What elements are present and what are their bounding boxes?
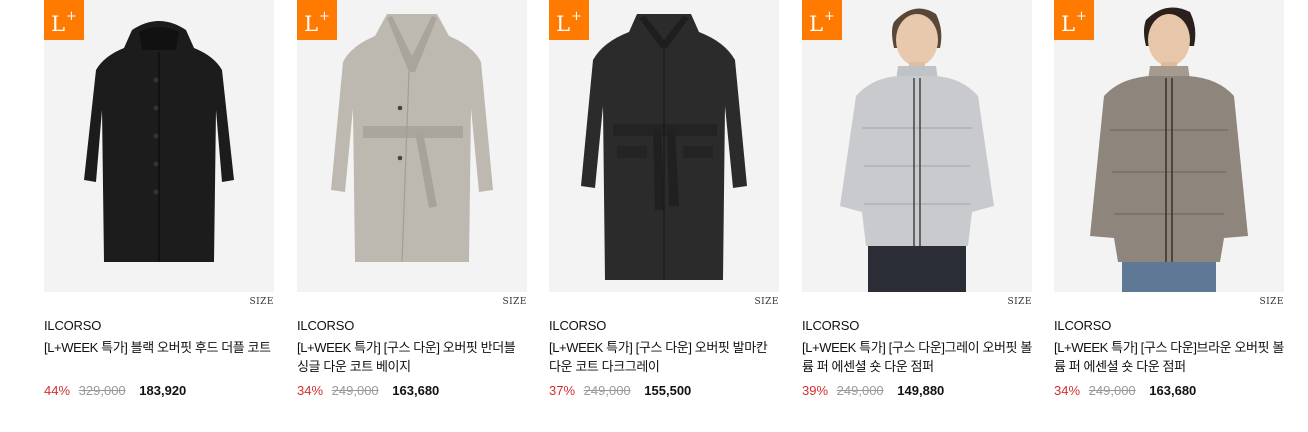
lotte-plus-badge: L+ <box>44 0 84 40</box>
black-hooded-coat-image <box>44 0 274 292</box>
discount-rate: 37% <box>549 383 576 398</box>
lotte-plus-badge: L+ <box>802 0 842 40</box>
product-image[interactable]: L+ <box>549 0 779 292</box>
price-row: 39% 249,000 149,880 <box>802 382 1032 400</box>
product-grid: L+ SIZE ILCORSO [L+WEEK 특가] 블랙 오버핏 후드 더플… <box>0 0 1308 432</box>
brand-name: ILCORSO <box>802 318 860 333</box>
sale-price: 163,680 <box>1149 383 1197 398</box>
brand-name: ILCORSO <box>1054 318 1112 333</box>
discount-rate: 39% <box>802 383 829 398</box>
original-price: 249,000 <box>836 383 884 398</box>
product-name[interactable]: [L+WEEK 특가] [구스 다운]그레이 오버핏 볼륨 퍼 에센셜 숏 다운… <box>802 338 1032 376</box>
product-image[interactable]: L+ <box>297 0 527 292</box>
product-name[interactable]: [L+WEEK 특가] [구스 다운] 오버핏 반더블 싱글 다운 코트 베이지 <box>297 338 527 376</box>
brown-down-jacket-model-image <box>1054 0 1284 292</box>
product-image[interactable]: L+ <box>44 0 274 292</box>
original-price: 249,000 <box>331 383 379 398</box>
size-link[interactable]: SIZE <box>549 296 779 308</box>
size-link[interactable]: SIZE <box>1054 296 1284 308</box>
price-row: 44% 329,000 183,920 <box>44 382 274 400</box>
dark-grey-belted-coat-image <box>549 0 779 292</box>
sale-price: 163,680 <box>392 383 440 398</box>
product-card[interactable]: L+ SIZE ILCORSO [L+WEEK 특가] 블랙 오버핏 후드 더플… <box>44 0 274 400</box>
product-card[interactable]: L+ SIZE ILCORSO [L+WEEK 특가] [구스 다운] 오버핏 … <box>297 0 527 400</box>
sale-price: 183,920 <box>139 383 187 398</box>
size-link[interactable]: SIZE <box>297 296 527 308</box>
product-card[interactable]: L+ SIZE ILCORSO [L+WEEK 특가] [구스 다운] 오버핏 … <box>549 0 779 400</box>
discount-rate: 34% <box>297 383 324 398</box>
discount-rate: 44% <box>44 383 71 398</box>
grey-down-jacket-model-image <box>802 0 1032 292</box>
original-price: 249,000 <box>583 383 631 398</box>
size-link[interactable]: SIZE <box>802 296 1032 308</box>
brand-name: ILCORSO <box>297 318 355 333</box>
original-price: 329,000 <box>78 383 126 398</box>
brand-name: ILCORSO <box>44 318 102 333</box>
price-row: 34% 249,000 163,680 <box>297 382 527 400</box>
product-card[interactable]: L+ SIZE ILCORSO [L+WEEK 특가] [구스 다운]브라운 오… <box>1054 0 1284 400</box>
size-link[interactable]: SIZE <box>44 296 274 308</box>
brand-name: ILCORSO <box>549 318 607 333</box>
sale-price: 149,880 <box>897 383 945 398</box>
product-image[interactable]: L+ <box>1054 0 1284 292</box>
price-row: 34% 249,000 163,680 <box>1054 382 1284 400</box>
product-name[interactable]: [L+WEEK 특가] [구스 다운] 오버핏 발마칸 다운 코트 다크그레이 <box>549 338 779 376</box>
sale-price: 155,500 <box>644 383 692 398</box>
product-name[interactable]: [L+WEEK 특가] 블랙 오버핏 후드 더플 코트 <box>44 338 274 376</box>
product-image[interactable]: L+ <box>802 0 1032 292</box>
lotte-plus-badge: L+ <box>1054 0 1094 40</box>
discount-rate: 34% <box>1054 383 1081 398</box>
product-card[interactable]: L+ SIZE ILCORSO [L+WEEK 특가] [구스 다운]그레이 오… <box>802 0 1032 400</box>
lotte-plus-badge: L+ <box>549 0 589 40</box>
product-name[interactable]: [L+WEEK 특가] [구스 다운]브라운 오버핏 볼륨 퍼 에센셜 숏 다운… <box>1054 338 1284 376</box>
lotte-plus-badge: L+ <box>297 0 337 40</box>
beige-belted-coat-image <box>297 0 527 292</box>
price-row: 37% 249,000 155,500 <box>549 382 779 400</box>
original-price: 249,000 <box>1088 383 1136 398</box>
